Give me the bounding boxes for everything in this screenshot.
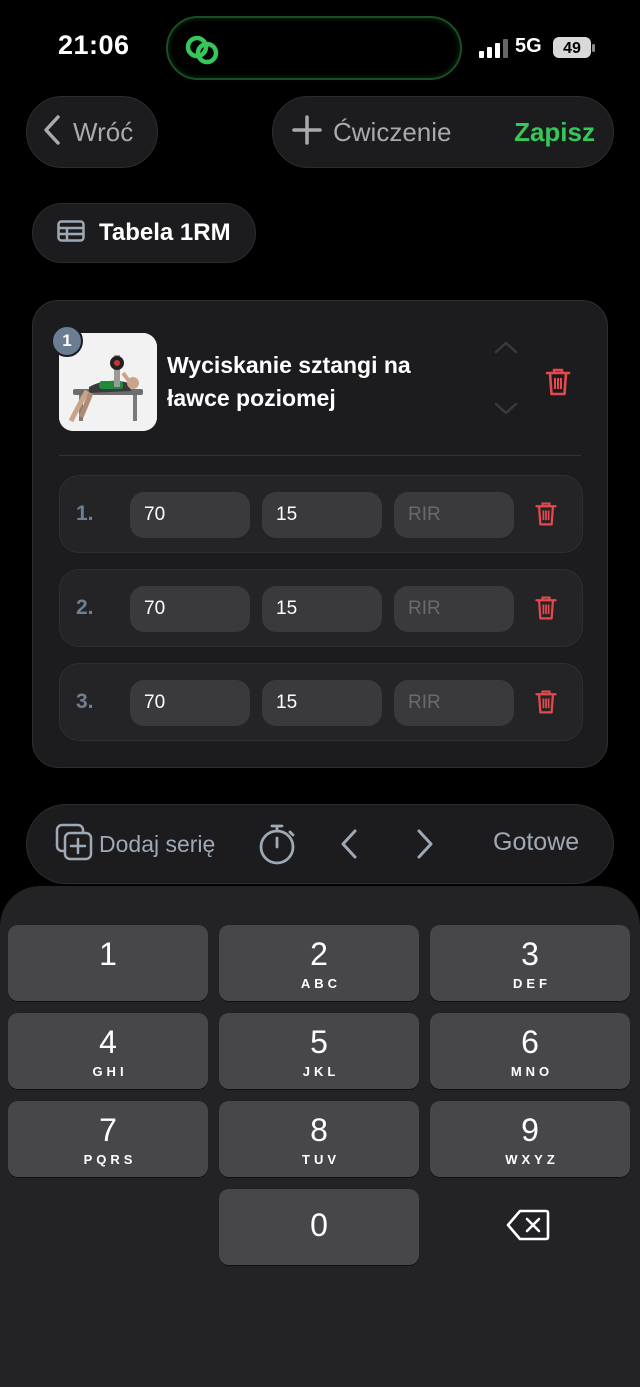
key-letters: DEF bbox=[513, 976, 551, 991]
exercise-title: Wyciskanie sztangi na ławce poziomej bbox=[167, 352, 411, 411]
timer-icon[interactable] bbox=[257, 823, 297, 870]
key-digit: 8 bbox=[310, 1112, 328, 1148]
add-exercise-button[interactable]: Ćwiczenie bbox=[291, 114, 452, 151]
key-0[interactable]: 0 bbox=[219, 1189, 419, 1265]
plus-icon bbox=[291, 114, 323, 151]
network-type: 5G bbox=[515, 35, 542, 57]
set-row: 1. 70 15 RIR bbox=[59, 475, 583, 553]
signal-icon bbox=[479, 38, 509, 63]
set-number: 2. bbox=[76, 596, 94, 619]
back-label: Wróć bbox=[73, 116, 134, 147]
key-4[interactable]: 4 GHI bbox=[8, 1013, 208, 1089]
numeric-keypad: 1 2 ABC 3 DEF 4 GHI 5 JKL 6 MNO 7 PQRS 8 TUV 9 W… bbox=[0, 886, 640, 1387]
weight-field[interactable]: 70 bbox=[130, 492, 250, 538]
key-3[interactable]: 3 DEF bbox=[430, 925, 630, 1001]
table-button-label: Tabela 1RM bbox=[99, 219, 231, 246]
key-8[interactable]: 8 TUV bbox=[219, 1101, 419, 1177]
next-field-icon[interactable] bbox=[413, 827, 437, 866]
rir-field[interactable]: RIR bbox=[394, 586, 514, 632]
keyboard-accessory-bar: Dodaj serię Gotowe bbox=[26, 804, 614, 884]
back-button[interactable]: Wróć bbox=[26, 96, 158, 168]
key-5[interactable]: 5 JKL bbox=[219, 1013, 419, 1089]
key-digit: 9 bbox=[521, 1112, 539, 1148]
key-digit: 5 bbox=[310, 1024, 328, 1060]
key-letters: WXYZ bbox=[505, 1152, 559, 1167]
key-digit: 0 bbox=[310, 1207, 328, 1243]
exercise-index-badge: 1 bbox=[51, 325, 83, 357]
delete-set-trash-icon[interactable] bbox=[534, 595, 558, 626]
svg-text:49: 49 bbox=[563, 40, 581, 57]
weight-field[interactable]: 70 bbox=[130, 586, 250, 632]
key-digit: 7 bbox=[99, 1112, 117, 1148]
exercise-card: 1 Wyciskanie sztangi na ławce poziomej 1… bbox=[32, 300, 608, 768]
header-actions: Ćwiczenie Zapisz bbox=[272, 96, 614, 168]
set-row: 2. 70 15 RIR bbox=[59, 569, 583, 647]
one-rep-max-table-button[interactable]: Tabela 1RM bbox=[32, 203, 256, 263]
add-set-label: Dodaj serię bbox=[99, 831, 216, 857]
reps-field[interactable]: 15 bbox=[262, 680, 382, 726]
save-button[interactable]: Zapisz bbox=[514, 117, 595, 148]
move-down-icon[interactable] bbox=[493, 401, 519, 422]
table-icon bbox=[57, 219, 85, 247]
delete-set-trash-icon[interactable] bbox=[534, 689, 558, 720]
rir-field[interactable]: RIR bbox=[394, 492, 514, 538]
reps-field[interactable]: 15 bbox=[262, 586, 382, 632]
key-letters: ABC bbox=[300, 976, 342, 991]
key-digit: 2 bbox=[310, 936, 328, 972]
delete-exercise-trash-icon[interactable] bbox=[545, 367, 571, 402]
key-digit: 6 bbox=[521, 1024, 539, 1060]
key-digit: 4 bbox=[99, 1024, 117, 1060]
key-letters: MNO bbox=[510, 1064, 554, 1079]
key-9[interactable]: 9 WXYZ bbox=[430, 1101, 630, 1177]
rir-field[interactable]: RIR bbox=[394, 680, 514, 726]
set-number: 3. bbox=[76, 690, 94, 713]
key-letters: TUV bbox=[302, 1152, 340, 1167]
weight-field[interactable]: 70 bbox=[130, 680, 250, 726]
add-exercise-label: Ćwiczenie bbox=[333, 116, 452, 147]
done-button[interactable]: Gotowe bbox=[493, 828, 579, 857]
key-2[interactable]: 2 ABC bbox=[219, 925, 419, 1001]
key-letters: GHI bbox=[92, 1064, 128, 1079]
reps-field[interactable]: 15 bbox=[262, 492, 382, 538]
key-1[interactable]: 1 bbox=[8, 925, 208, 1001]
key-digit: 3 bbox=[521, 936, 539, 972]
add-set-icon bbox=[55, 823, 95, 866]
previous-field-icon[interactable] bbox=[337, 827, 361, 866]
key-letters: JKL bbox=[302, 1064, 340, 1079]
card-divider bbox=[59, 455, 581, 456]
key-letters: PQRS bbox=[83, 1152, 137, 1167]
link-icon bbox=[182, 30, 222, 75]
move-up-icon[interactable] bbox=[493, 339, 519, 360]
set-number: 1. bbox=[76, 502, 94, 525]
backspace-icon[interactable] bbox=[506, 1208, 550, 1247]
key-7[interactable]: 7 PQRS bbox=[8, 1101, 208, 1177]
key-digit: 1 bbox=[99, 936, 117, 972]
chevron-left-icon bbox=[41, 113, 63, 152]
dynamic-island bbox=[166, 16, 462, 80]
battery-icon: 49 bbox=[552, 36, 595, 58]
key-6[interactable]: 6 MNO bbox=[430, 1013, 630, 1089]
set-row: 3. 70 15 RIR bbox=[59, 663, 583, 741]
status-time: 21:06 bbox=[58, 30, 130, 60]
delete-set-trash-icon[interactable] bbox=[534, 501, 558, 532]
add-set-button[interactable]: Dodaj serię bbox=[55, 823, 215, 866]
